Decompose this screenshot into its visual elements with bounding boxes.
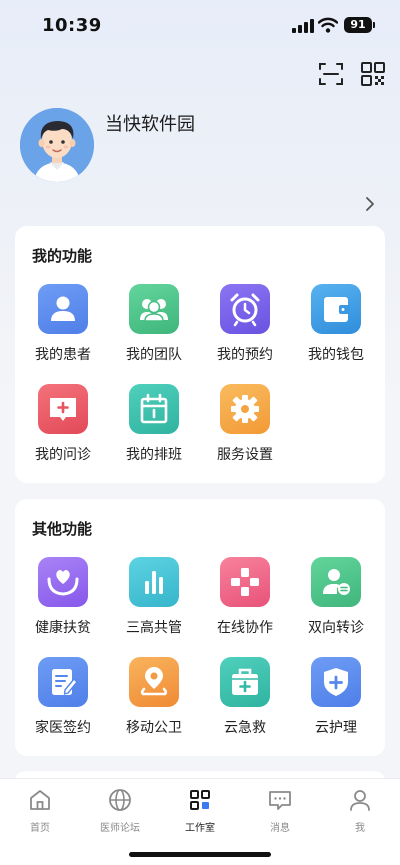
function-my-patients[interactable]: 我的患者 <box>25 284 101 364</box>
section-title: 我的功能 <box>32 247 93 265</box>
function-my-schedule[interactable]: 我的排班 <box>116 384 192 464</box>
home-indicator <box>129 852 271 857</box>
heart-hands-icon <box>38 557 88 607</box>
battery-indicator: 91 <box>344 17 372 33</box>
shield-plus-icon <box>311 657 361 707</box>
function-online-collaboration[interactable]: 在线协作 <box>207 557 283 637</box>
status-bar: 10:39 91 <box>0 0 400 52</box>
section-title: 其他功能 <box>32 520 93 538</box>
tab-home[interactable]: 首页 <box>0 787 80 834</box>
function-service-settings[interactable]: 服务设置 <box>207 384 283 464</box>
my-functions-card: 我的功能 我的患者 我的团队 我的预约 我的钱包 我的问诊 我的排班 服务设置 <box>15 226 385 483</box>
contract-icon <box>38 657 88 707</box>
message-icon <box>269 791 291 810</box>
function-my-team[interactable]: 我的团队 <box>116 284 192 364</box>
function-cloud-first-aid[interactable]: 云急救 <box>207 657 283 737</box>
tab-doctor-forum[interactable]: 医师论坛 <box>80 787 160 834</box>
function-two-way-referral[interactable]: 双向转诊 <box>298 557 374 637</box>
function-cloud-nursing[interactable]: 云护理 <box>298 657 374 737</box>
wifi-icon <box>318 17 338 33</box>
chevron-right-icon[interactable] <box>362 194 378 214</box>
location-pin-icon <box>129 657 179 707</box>
function-my-appointments[interactable]: 我的预约 <box>207 284 283 364</box>
profile-name[interactable]: 当快软件园 <box>105 110 195 136</box>
tab-me[interactable]: 我 <box>320 787 400 834</box>
workspace-icon <box>190 790 210 810</box>
function-mobile-public-health[interactable]: 移动公卫 <box>116 657 192 737</box>
globe-icon <box>109 789 131 811</box>
patient-icon <box>38 284 88 334</box>
alarm-clock-icon <box>220 284 270 334</box>
team-icon <box>129 284 179 334</box>
home-icon <box>30 790 50 810</box>
tab-messages[interactable]: 消息 <box>240 787 320 834</box>
first-aid-kit-icon <box>220 657 270 707</box>
qr-code-icon[interactable] <box>360 61 386 87</box>
calendar-icon <box>129 384 179 434</box>
consult-icon <box>38 384 88 434</box>
bar-chart-icon <box>129 557 179 607</box>
avatar[interactable] <box>20 108 94 182</box>
function-my-consultations[interactable]: 我的问诊 <box>25 384 101 464</box>
gear-icon <box>220 384 270 434</box>
function-three-highs[interactable]: 三高共管 <box>116 557 192 637</box>
referral-icon <box>311 557 361 607</box>
other-functions-card: 其他功能 健康扶贫 三高共管 在线协作 双向转诊 家医签约 移动公卫 云急救 云… <box>15 499 385 756</box>
function-family-doctor-contract[interactable]: 家医签约 <box>25 657 101 737</box>
collaboration-icon <box>220 557 270 607</box>
function-health-poverty[interactable]: 健康扶贫 <box>25 557 101 637</box>
tab-workspace[interactable]: 工作室 <box>160 787 240 834</box>
battery-tip <box>373 22 375 28</box>
signal-icon <box>292 19 314 33</box>
wallet-icon <box>311 284 361 334</box>
status-time: 10:39 <box>42 15 102 36</box>
person-icon <box>350 790 370 811</box>
function-my-wallet[interactable]: 我的钱包 <box>298 284 374 364</box>
scan-icon[interactable] <box>318 61 344 87</box>
